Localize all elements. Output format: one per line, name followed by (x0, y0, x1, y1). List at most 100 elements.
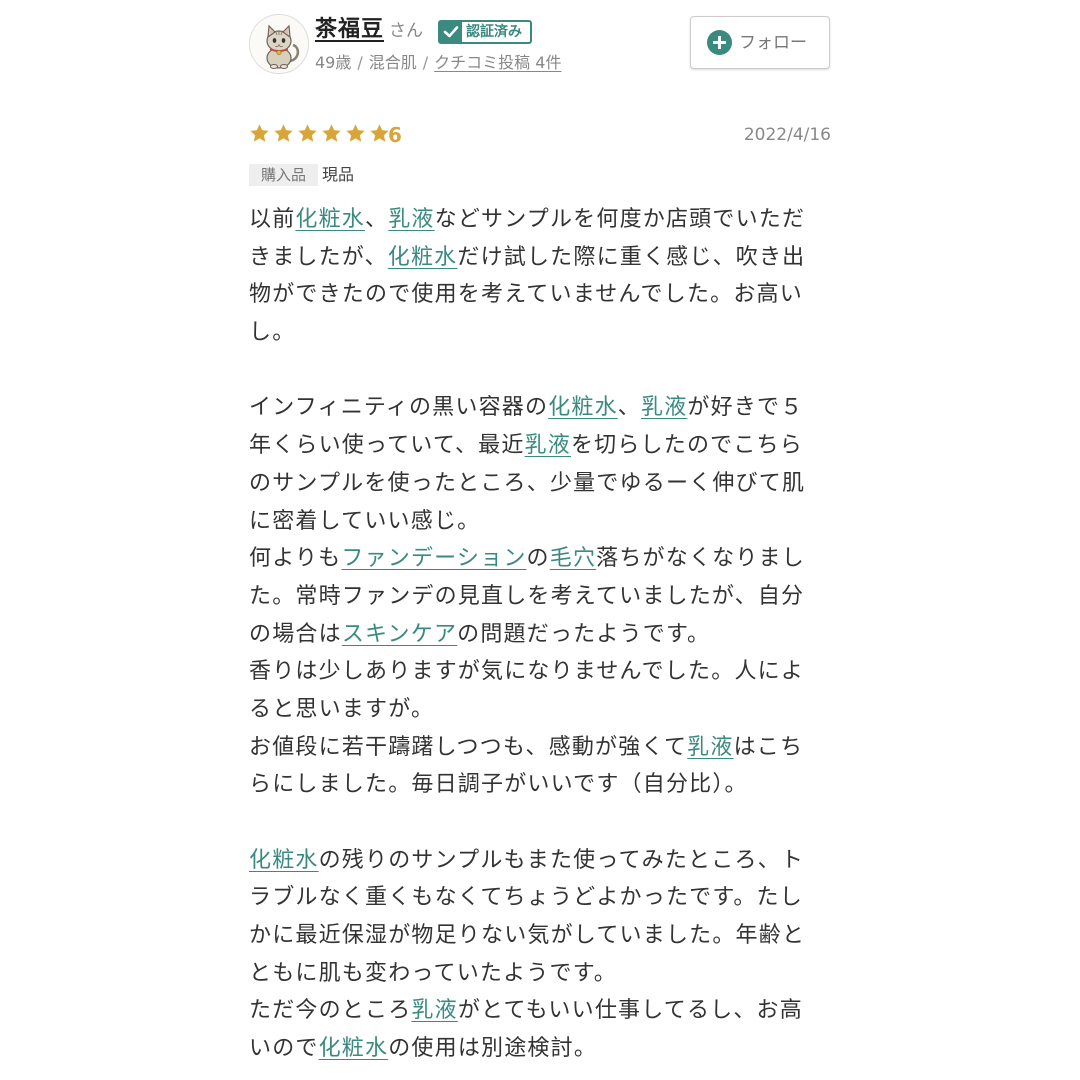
review-text: に密着していい感じ。 (249, 508, 481, 534)
review-line: 何よりもファンデーションの毛穴落ちがなくなりまし (249, 540, 831, 578)
review-line: に密着していい感じ。 (249, 503, 831, 541)
review-text: 、 (365, 207, 389, 232)
review-text: はこち (733, 734, 804, 760)
review-text: 何よりも (249, 546, 342, 572)
review-text: ラブルなく重くもなくてちょうどよかったです。たし (249, 885, 803, 911)
keyword-link[interactable]: 乳液 (411, 998, 457, 1023)
user-meta: 49歳 / 混合肌 / クチコミ投稿 4件 (315, 52, 561, 74)
review-line: し。 (249, 314, 831, 352)
review-text: の残りのサンプルもまた使ってみたところ、ト (318, 847, 805, 873)
review-text: 落ちがなくなりまし (596, 546, 805, 572)
review-text: の使用は別途検討。 (388, 1036, 598, 1062)
review-text: を切らしたのでこちら (570, 433, 803, 459)
keyword-link[interactable]: 乳液 (641, 395, 687, 420)
review-text: の (526, 546, 550, 572)
review-text: インフィニティの黒い容器の (249, 395, 549, 421)
star-rating (249, 123, 393, 147)
review-line: の場合はスキンケアの問題だったようです。 (249, 616, 831, 654)
check-icon (440, 22, 462, 42)
review-line: ラブルなく重くもなくてちょうどよかったです。たし (249, 879, 831, 917)
review-line: らにしました。毎日調子がいいです（自分比）。 (249, 766, 831, 804)
review-line: きましたが、化粧水だけ試した際に重く感じ、吹き出 (249, 239, 831, 277)
keyword-link[interactable]: 毛穴 (550, 546, 596, 571)
keyword-link[interactable]: 化粧水 (249, 848, 319, 873)
user-name-suffix: さん (389, 21, 423, 41)
reviewer-header: 茶福豆 さん 認証済み 49歳 / 混合肌 / クチコミ投稿 4件 フォロー (249, 14, 831, 76)
review-text: 物ができたので使用を考えていませんでした。お高い (249, 282, 803, 308)
review-line: 物ができたので使用を考えていませんでした。お高い (249, 276, 831, 314)
review-text: ただ今のところ (249, 998, 412, 1024)
keyword-link[interactable]: 化粧水 (388, 245, 458, 270)
review-text: 、 (617, 395, 641, 421)
review-text: いので (249, 1036, 319, 1062)
follow-label: フォロー (739, 33, 807, 53)
review-line: 香りは少しありますが気になりませんでした。人によ (249, 653, 831, 691)
keyword-link[interactable]: 化粧水 (295, 207, 365, 232)
review-line: インフィニティの黒い容器の化粧水、乳液が好きで５ (249, 389, 831, 427)
review-line: た。常時ファンデの見直しを考えていましたが、自分 (249, 578, 831, 616)
follow-button[interactable]: フォロー (690, 16, 830, 69)
star-icon (250, 124, 269, 142)
verified-badge: 認証済み (438, 20, 532, 44)
review-line: 年くらい使っていて、最近乳液を切らしたのでこちら (249, 427, 831, 465)
user-age: 49歳 (315, 53, 352, 72)
rating-row: 6 2022/4/16 (249, 122, 831, 148)
verified-label: 認証済み (466, 24, 522, 40)
keyword-link[interactable]: スキンケア (342, 622, 457, 647)
review-text: が好きで５ (687, 395, 804, 421)
star-icon (274, 124, 293, 142)
post-date: 2022/4/16 (743, 125, 831, 145)
purchase-tag-label: 購入品 (249, 164, 319, 186)
review-line: 化粧水の残りのサンプルもまた使ってみたところ、ト (249, 842, 831, 880)
review-text: し。 (249, 320, 296, 346)
review-line: かに最近保湿が物足りない気がしていました。年齢と (249, 917, 831, 955)
review-text: がとてもいい仕事してるし、お高 (457, 998, 803, 1024)
keyword-link[interactable]: 乳液 (687, 735, 733, 760)
review-line: ともに肌も変わっていたようです。 (249, 955, 831, 993)
meta-separator: / (357, 53, 363, 72)
review-text: などサンプルを何度か店頭でいただ (434, 207, 806, 232)
star-icon (298, 124, 317, 142)
purchase-tag-value: 現品 (322, 165, 355, 184)
keyword-link[interactable]: 乳液 (388, 207, 434, 232)
review-text: お値段に若干躊躇しつつも、感動が強くて (249, 734, 688, 760)
user-name-link[interactable]: 茶福豆 (315, 16, 384, 44)
review-text: ると思いますが。 (249, 696, 435, 722)
review-line: のサンプルを使ったところ、少量でゆるーく伸びて肌 (249, 465, 831, 503)
cat-avatar-icon[interactable] (249, 14, 309, 74)
keyword-link[interactable]: 化粧水 (548, 395, 618, 420)
keyword-link[interactable]: ファンデーション (341, 546, 526, 571)
meta-separator: / (422, 53, 429, 72)
star-icon (346, 124, 365, 142)
keyword-link[interactable]: 化粧水 (319, 1036, 389, 1061)
review-text: の場合は (249, 621, 342, 647)
review-line: 以前化粧水、乳液などサンプルを何度か店頭でいただ (249, 201, 831, 239)
review-text: た。常時ファンデの見直しを考えていましたが、自分 (249, 583, 805, 609)
review-line: お値段に若干躊躇しつつも、感動が強くて乳液はこち (249, 729, 831, 767)
review-text: 年くらい使っていて、最近 (249, 433, 525, 459)
review-line: いので化粧水の使用は別途検討。 (249, 1030, 831, 1068)
rating-value: 6 (388, 123, 402, 147)
plus-circle-icon (707, 30, 732, 55)
review-text: ともに肌も変わっていたようです。 (249, 960, 617, 986)
review-text: だけ試した際に重く感じ、吹き出 (457, 244, 806, 270)
review-text: 以前 (249, 207, 296, 232)
review-text: らにしました。毎日調子がいいです（自分比）。 (249, 772, 748, 798)
review-text: 香りは少しありますが気になりませんでした。人によ (249, 659, 805, 685)
review-line: ると思いますが。 (249, 691, 831, 729)
review-text: かに最近保湿が物足りない気がしていました。年齢と (249, 923, 806, 949)
review-count-link[interactable]: クチコミ投稿 4件 (434, 53, 561, 72)
purchase-tag-row: 購入品 現品 (249, 164, 354, 188)
review-text: のサンプルを使ったところ、少量でゆるーく伸びて肌 (249, 470, 806, 496)
review-card: 茶福豆 さん 認証済み 49歳 / 混合肌 / クチコミ投稿 4件 フォロー 6 202… (249, 0, 831, 1080)
review-text: きましたが、 (249, 244, 388, 270)
review-text: の問題だったようです。 (457, 621, 711, 647)
user-skin-type: 混合肌 (368, 53, 417, 72)
keyword-link[interactable]: 乳液 (525, 433, 571, 458)
star-icon (370, 124, 389, 142)
star-icon (322, 124, 341, 142)
review-body: 以前化粧水、乳液などサンプルを何度か店頭でいただ きましたが、化粧水だけ試した際に… (249, 201, 831, 1068)
review-line: ただ今のところ乳液がとてもいい仕事してるし、お高 (249, 992, 831, 1030)
